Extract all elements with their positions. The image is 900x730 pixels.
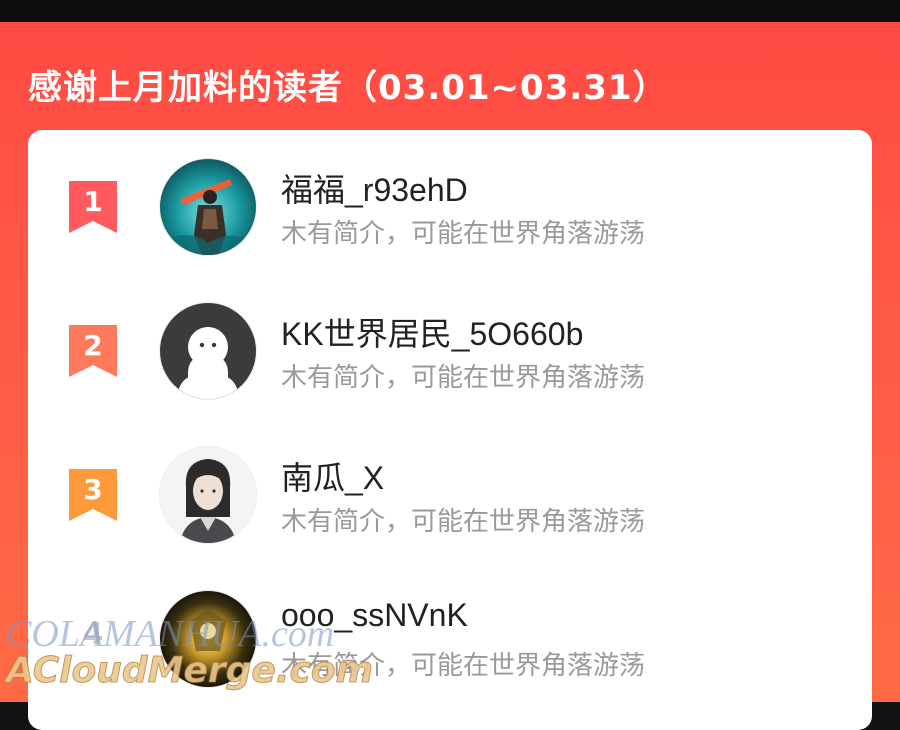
reader-bio-3: 木有简介，可能在世界角落游荡 — [281, 507, 646, 537]
rank-badge-2: 2 — [69, 325, 117, 377]
reader-row-1[interactable]: 1 福福_r93ehD 木有简介，可能在世界角落游荡 — [28, 147, 872, 267]
reader-avatar-3[interactable] — [160, 447, 256, 543]
panel-title: 感谢上月加料的读者（03.01~03.31） — [28, 68, 668, 108]
reader-name-3[interactable]: 南瓜_X — [281, 453, 384, 499]
reader-row-2[interactable]: 2 KK世界居民_5O660b 木有简介，可能在世界角落游荡 — [28, 291, 872, 411]
rank-number-2: 2 — [83, 329, 103, 362]
reader-name-2[interactable]: KK世界居民_5O660b — [281, 309, 583, 355]
reader-row-4[interactable]: 4 ooo_ssNVnK 木有简介，可能在世界角落游荡 — [28, 579, 872, 699]
reader-list-card: 1 福福_r93ehD 木有简介，可能在世界角落游荡 2 KK世界居民_5O66… — [28, 130, 872, 730]
rank-number-4: 4 — [82, 617, 104, 652]
rank-number-3: 3 — [83, 473, 103, 506]
rank-number-1: 1 — [83, 185, 103, 218]
reader-bio-1: 木有简介，可能在世界角落游荡 — [281, 219, 646, 249]
thanks-panel: 感谢上月加料的读者（03.01~03.31） 1 福福_r93ehD 木有简介，… — [0, 22, 900, 730]
rank-badge-3: 3 — [69, 469, 117, 521]
reader-avatar-2[interactable] — [160, 303, 256, 399]
rank-badge-1: 1 — [69, 181, 117, 233]
reader-name-4[interactable]: ooo_ssNVnK — [281, 597, 468, 634]
reader-row-3[interactable]: 3 南瓜_X 木有简介，可能在世界角落游荡 — [28, 435, 872, 555]
reader-name-1[interactable]: 福福_r93ehD — [281, 165, 468, 211]
reader-avatar-4[interactable] — [160, 591, 256, 687]
reader-bio-4: 木有简介，可能在世界角落游荡 — [281, 651, 646, 681]
reader-bio-2: 木有简介，可能在世界角落游荡 — [281, 363, 646, 393]
reader-avatar-1[interactable] — [160, 159, 256, 255]
top-dark-bar — [0, 0, 900, 22]
rank-badge-4: 4 — [69, 613, 117, 665]
